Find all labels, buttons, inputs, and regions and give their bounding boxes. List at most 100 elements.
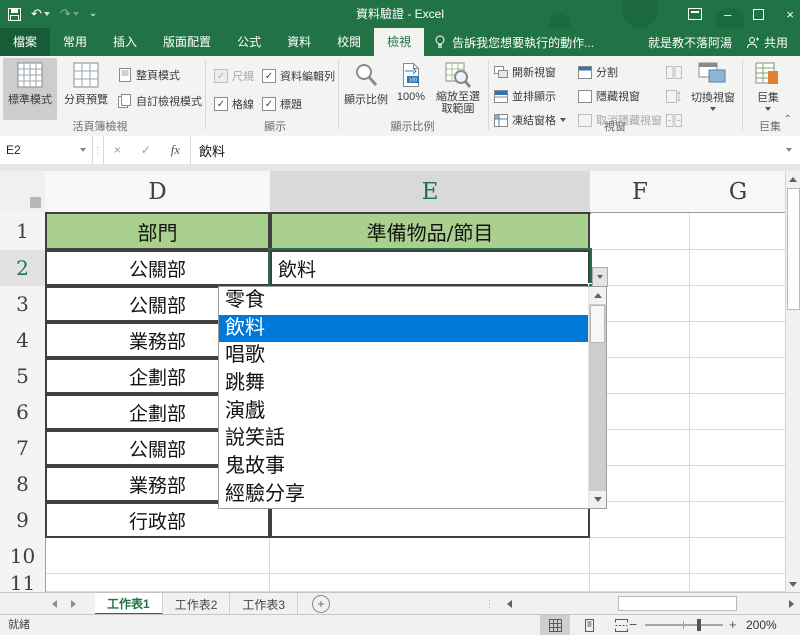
tab-review[interactable]: 校閱: [324, 28, 374, 56]
scrollbar-track[interactable]: [518, 596, 782, 612]
user-name[interactable]: 就是教不落阿湯: [648, 34, 732, 51]
row-header-7[interactable]: 7: [0, 430, 46, 467]
row-header-6[interactable]: 6: [0, 394, 46, 431]
tab-data[interactable]: 資料: [274, 28, 324, 56]
zoom-slider-track[interactable]: [645, 624, 723, 626]
cell-D1[interactable]: 部門: [45, 212, 270, 250]
new-sheet-button[interactable]: +: [312, 595, 330, 613]
list-item[interactable]: 零食: [219, 287, 589, 315]
gridlines-checkbox[interactable]: ✓ 格線: [214, 96, 254, 112]
vertical-scrollbar[interactable]: [785, 171, 800, 592]
formula-input[interactable]: 飲料: [191, 136, 778, 164]
new-window-button[interactable]: 開新視窗: [494, 61, 556, 83]
horizontal-scrollbar[interactable]: [500, 593, 800, 615]
list-item[interactable]: 唱歌: [219, 342, 589, 370]
arrange-all-button[interactable]: 並排顯示: [494, 85, 556, 107]
scrollbar-thumb[interactable]: [618, 596, 737, 611]
column-header-G[interactable]: G: [690, 171, 787, 213]
normal-view-button[interactable]: 標準模式: [3, 58, 57, 120]
page-break-preview-button[interactable]: 分頁預覽: [59, 58, 113, 120]
tab-scroll-splitter[interactable]: ⋮: [485, 593, 494, 615]
switch-windows-button[interactable]: 切換視窗: [688, 58, 738, 120]
list-item-selected[interactable]: 飲料: [219, 315, 589, 343]
tell-me-box[interactable]: 告訴我您想要執行的動作...: [434, 34, 594, 51]
row-header-1[interactable]: 1: [0, 212, 46, 251]
name-box[interactable]: E2: [0, 136, 93, 164]
hide-window-button[interactable]: 隱藏視窗: [578, 85, 640, 107]
formula-bar-splitter[interactable]: ⋮: [93, 136, 104, 164]
page-layout-status-button[interactable]: [574, 615, 604, 635]
row-header-4[interactable]: 4: [0, 322, 46, 359]
macros-button[interactable]: 巨集: [748, 58, 788, 120]
sheet-tab-1[interactable]: 工作表1: [95, 593, 163, 615]
dropdown-scrollbar[interactable]: [588, 287, 606, 508]
tab-formulas[interactable]: 公式: [224, 28, 274, 56]
customize-qat-icon[interactable]: ⌄: [89, 0, 97, 28]
confirm-entry-icon[interactable]: ✓: [141, 143, 151, 157]
maximize-button[interactable]: [753, 9, 764, 20]
split-button[interactable]: 分割: [578, 61, 618, 83]
page-layout-view-button[interactable]: 整頁模式: [118, 64, 180, 86]
formula-bar-checkbox[interactable]: ✓ 資料編輯列: [262, 68, 335, 84]
data-validation-dropdown-button[interactable]: [592, 267, 608, 287]
scroll-down-icon[interactable]: [786, 576, 800, 592]
name-box-dropdown-icon[interactable]: [80, 148, 86, 152]
custom-views-button[interactable]: 自訂檢視模式: [118, 90, 202, 112]
row-header-2[interactable]: 2: [0, 250, 47, 287]
list-item[interactable]: 經驗分享: [219, 481, 589, 509]
zoom-100-button[interactable]: 100 100%: [392, 58, 430, 120]
scrollbar-thumb[interactable]: [590, 305, 605, 343]
tab-insert[interactable]: 插入: [100, 28, 150, 56]
normal-view-status-button[interactable]: [540, 615, 570, 635]
column-header-D[interactable]: D: [45, 171, 271, 213]
cell-E1[interactable]: 準備物品/節目: [270, 212, 590, 250]
zoom-level[interactable]: 200%: [746, 615, 777, 635]
row-header-9[interactable]: 9: [0, 502, 46, 539]
scroll-up-icon[interactable]: [589, 287, 606, 304]
row-header-11[interactable]: 11: [0, 574, 46, 592]
next-sheet-icon[interactable]: [71, 600, 76, 608]
save-icon[interactable]: [8, 8, 21, 21]
tab-home[interactable]: 常用: [50, 28, 100, 56]
row-header-8[interactable]: 8: [0, 466, 46, 503]
undo-dropdown-icon[interactable]: [44, 12, 50, 16]
list-item[interactable]: 演戲: [219, 398, 589, 426]
undo-button[interactable]: ↶: [31, 0, 50, 28]
select-all-button[interactable]: [0, 171, 46, 213]
sheet-tab-2[interactable]: 工作表2: [163, 593, 231, 615]
minimize-button[interactable]: –: [724, 7, 731, 22]
cell-D2[interactable]: 公關部: [45, 250, 270, 286]
zoom-in-button[interactable]: +: [729, 615, 737, 634]
row-header-10[interactable]: 10: [0, 538, 46, 575]
zoom-to-selection-button[interactable]: 縮放至選取範圍: [432, 58, 484, 120]
tab-view[interactable]: 檢視: [374, 28, 424, 56]
row-header-5[interactable]: 5: [0, 358, 46, 395]
tab-page-layout[interactable]: 版面配置: [150, 28, 224, 56]
headings-checkbox[interactable]: ✓ 標題: [262, 96, 302, 112]
cancel-entry-icon[interactable]: ×: [114, 143, 121, 157]
row-header-3[interactable]: 3: [0, 286, 46, 323]
redo-button[interactable]: ↷: [60, 0, 79, 28]
close-button[interactable]: ×: [786, 7, 794, 22]
list-item[interactable]: 跳舞: [219, 370, 589, 398]
cell-E2[interactable]: 飲料: [270, 250, 590, 286]
scroll-left-icon[interactable]: [500, 596, 518, 612]
expand-formula-bar-button[interactable]: [778, 136, 800, 164]
sheet-tab-3[interactable]: 工作表3: [230, 593, 298, 615]
share-button[interactable]: 共用: [746, 34, 788, 51]
zoom-button[interactable]: 顯示比例: [342, 58, 390, 120]
column-header-F[interactable]: F: [590, 171, 691, 213]
scroll-down-icon[interactable]: [589, 491, 606, 508]
collapse-ribbon-icon[interactable]: ⌃: [784, 114, 792, 125]
scrollbar-thumb[interactable]: [787, 188, 800, 310]
list-item[interactable]: 說笑話: [219, 425, 589, 453]
column-header-E[interactable]: E: [270, 171, 591, 214]
prev-sheet-icon[interactable]: [52, 600, 57, 608]
insert-function-icon[interactable]: fx: [171, 142, 180, 158]
scroll-up-icon[interactable]: [786, 171, 800, 187]
list-item[interactable]: 鬼故事: [219, 453, 589, 481]
zoom-slider-thumb[interactable]: [697, 619, 701, 631]
tab-file[interactable]: 檔案: [0, 28, 50, 56]
ribbon-display-options-icon[interactable]: [688, 8, 702, 20]
zoom-out-button[interactable]: −: [629, 615, 637, 634]
